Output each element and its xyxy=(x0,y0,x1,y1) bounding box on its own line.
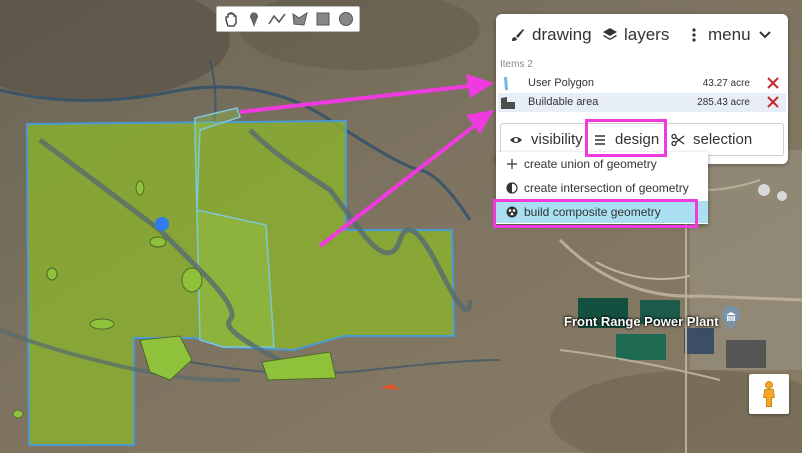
layer-row-user-polygon[interactable]: User Polygon 43.27 acre xyxy=(498,74,786,93)
items-count: Items 2 xyxy=(500,59,533,70)
remove-icon[interactable] xyxy=(766,76,780,90)
drawing-tab[interactable]: drawing xyxy=(510,25,592,45)
polyline-icon[interactable] xyxy=(266,8,288,30)
layers-tab[interactable]: layers xyxy=(602,25,669,45)
pegman-street-view-button[interactable] xyxy=(749,374,789,414)
design-tab-highlight xyxy=(585,119,667,157)
eye-icon xyxy=(510,136,522,143)
menu-tab[interactable]: menu xyxy=(686,25,751,45)
hand-pan-icon[interactable] xyxy=(220,8,242,30)
layer-row-buildable-area[interactable]: Buildable area 285.43 acre xyxy=(498,93,786,112)
polygon-layer-icon xyxy=(504,77,508,90)
kebab-icon xyxy=(692,28,696,42)
place-label[interactable]: Front Range Power Plant xyxy=(564,314,719,329)
marker-icon[interactable] xyxy=(243,8,265,30)
layers-icon xyxy=(603,28,617,40)
location-dot xyxy=(155,217,169,231)
chevron-down-icon[interactable] xyxy=(758,28,772,42)
tab-selection[interactable]: selection xyxy=(671,131,752,148)
composite-item-highlight xyxy=(493,199,698,228)
circle-icon[interactable] xyxy=(335,8,357,30)
rectangle-icon[interactable] xyxy=(312,8,334,30)
layer-name: User Polygon xyxy=(528,77,595,89)
intersection-icon xyxy=(506,182,518,194)
panel-header: drawing layers menu xyxy=(496,20,788,50)
museum-pin-icon[interactable] xyxy=(720,306,742,332)
layer-name: Buildable area xyxy=(528,96,599,108)
brush-icon xyxy=(512,29,524,41)
scissors-icon xyxy=(671,133,685,146)
menu-item-create-intersection[interactable]: create intersection of geometry xyxy=(496,177,708,199)
pegman-icon xyxy=(763,381,775,407)
layer-area: 285.43 acre xyxy=(697,97,750,108)
remove-icon[interactable] xyxy=(766,95,780,109)
tab-visibility[interactable]: visibility xyxy=(509,131,583,148)
layer-area: 43.27 acre xyxy=(702,78,750,89)
polygon-icon[interactable] xyxy=(289,8,311,30)
draw-toolbar xyxy=(216,6,360,32)
area-layer-icon xyxy=(501,97,515,109)
plus-icon xyxy=(507,159,517,169)
